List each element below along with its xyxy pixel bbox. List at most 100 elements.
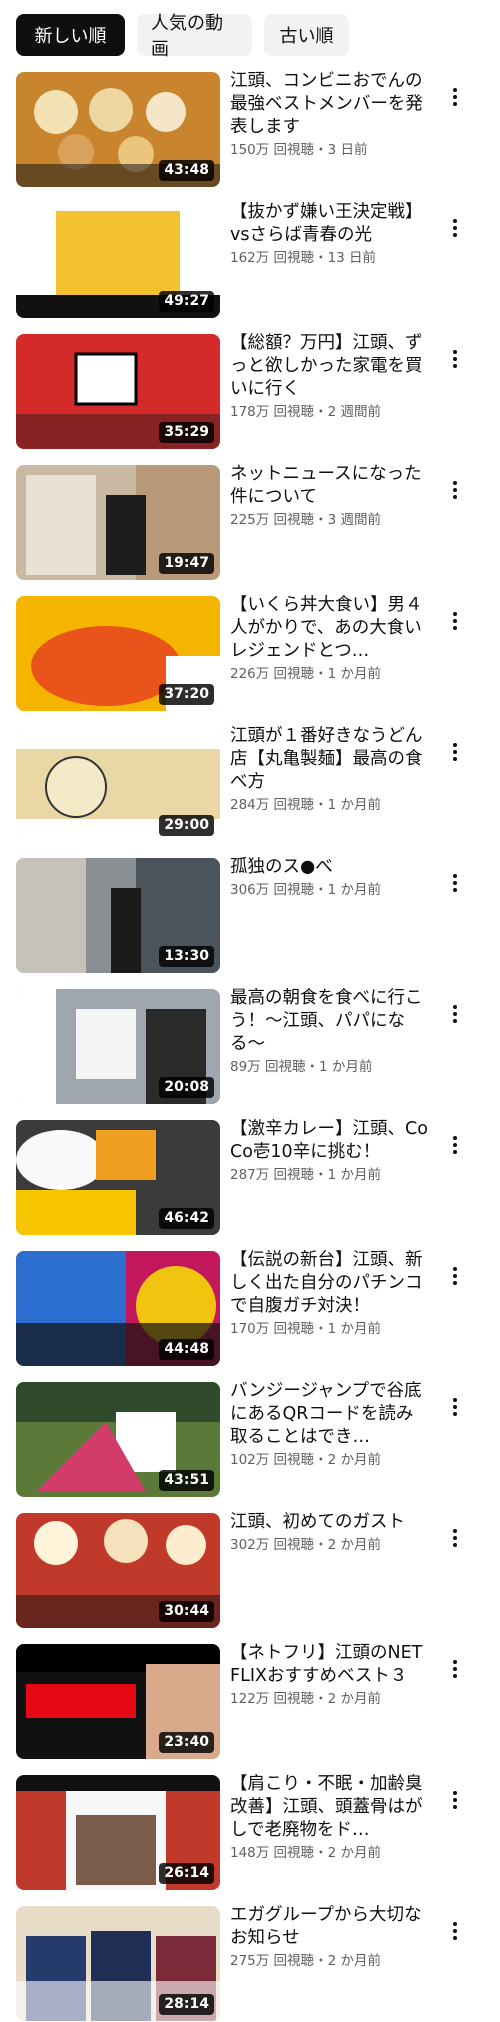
video-thumbnail[interactable]: 13:30 [16, 858, 220, 973]
video-list-item[interactable]: 37:20 【いくら丼大食い】男４人がかりで、あの大食いレジェンドとつ… 226… [0, 594, 500, 727]
more-options-icon[interactable] [440, 737, 470, 767]
video-list-item[interactable]: 35:29 【総額？万円】江頭、ずっと欲しかった家電を買いに行く 178万 回視… [0, 332, 500, 465]
video-list-item[interactable]: 29:00 江頭が１番好きなうどん店【丸亀製麺】最高の食べ方 284万 回視聴・… [0, 725, 500, 858]
video-title[interactable]: 【激辛カレー】江頭、CoCo壱10辛に挑む！ [230, 1118, 430, 1164]
video-title[interactable]: 【いくら丼大食い】男４人がかりで、あの大食いレジェンドとつ… [230, 594, 430, 663]
video-title[interactable]: 最高の朝食を食べに行こう！〜江頭、パパになる〜 [230, 987, 430, 1056]
more-options-icon[interactable] [440, 344, 470, 374]
filter-chip-newest[interactable]: 新しい順 [16, 14, 125, 56]
video-title[interactable]: エガグループから大切なお知らせ [230, 1904, 430, 1950]
video-thumbnail[interactable]: 49:27 [16, 203, 220, 318]
video-info[interactable]: 孤独のス●べ 306万 回視聴・1 か月前 [230, 856, 430, 899]
more-options-icon[interactable] [440, 868, 470, 898]
video-thumbnail[interactable]: 37:20 [16, 596, 220, 711]
more-options-icon[interactable] [440, 213, 470, 243]
video-info[interactable]: 【総額？万円】江頭、ずっと欲しかった家電を買いに行く 178万 回視聴・2 週間… [230, 332, 430, 421]
video-thumbnail[interactable]: 26:14 [16, 1775, 220, 1890]
video-meta: 122万 回視聴・2 か月前 [230, 1690, 430, 1708]
video-list-item[interactable]: 13:30 孤独のス●べ 306万 回視聴・1 か月前 [0, 856, 500, 989]
video-list-item[interactable]: 46:42 【激辛カレー】江頭、CoCo壱10辛に挑む！ 287万 回視聴・1 … [0, 1118, 500, 1251]
meta-separator: ・ [314, 882, 328, 898]
video-list-item[interactable]: 23:40 【ネトフリ】江頭のNETFLIXおすすめベスト３ 122万 回視聴・… [0, 1642, 500, 1775]
video-meta: 225万 回視聴・3 週間前 [230, 511, 430, 529]
video-thumbnail[interactable]: 35:29 [16, 334, 220, 449]
more-options-icon[interactable] [440, 1785, 470, 1815]
more-options-icon[interactable] [440, 82, 470, 112]
video-duration-badge: 19:47 [159, 553, 214, 574]
video-list-item[interactable]: 30:44 江頭、初めてのガスト 302万 回視聴・2 か月前 [0, 1511, 500, 1644]
video-info[interactable]: 最高の朝食を食べに行こう！〜江頭、パパになる〜 89万 回視聴・1 か月前 [230, 987, 430, 1076]
video-title[interactable]: 孤独のス●べ [230, 856, 430, 879]
video-list-item[interactable]: 20:08 最高の朝食を食べに行こう！〜江頭、パパになる〜 89万 回視聴・1 … [0, 987, 500, 1120]
more-options-icon[interactable] [440, 1130, 470, 1160]
more-options-icon[interactable] [440, 1523, 470, 1553]
video-info[interactable]: 【ネトフリ】江頭のNETFLIXおすすめベスト３ 122万 回視聴・2 か月前 [230, 1642, 430, 1708]
view-count: 287万 回視聴 [230, 1167, 315, 1183]
video-info[interactable]: 江頭が１番好きなうどん店【丸亀製麺】最高の食べ方 284万 回視聴・1 か月前 [230, 725, 430, 814]
video-duration-badge: 49:27 [159, 291, 214, 312]
video-list-item[interactable]: 49:27 【抜かず嫌い王決定戦】vsさらば青春の光 162万 回視聴・13 日… [0, 201, 500, 334]
video-title[interactable]: 江頭が１番好きなうどん店【丸亀製麺】最高の食べ方 [230, 725, 430, 794]
video-thumbnail[interactable]: 29:00 [16, 727, 220, 842]
video-info[interactable]: 【肩こり・不眠・加齢臭改善】江頭、頭蓋骨はがしで老廃物をド… 148万 回視聴・… [230, 1773, 430, 1862]
video-title[interactable]: 【ネトフリ】江頭のNETFLIXおすすめベスト３ [230, 1642, 430, 1688]
video-thumbnail[interactable]: 46:42 [16, 1120, 220, 1235]
video-list-item[interactable]: 19:47 ネットニュースになった件について 225万 回視聴・3 週間前 [0, 463, 500, 596]
video-thumbnail[interactable]: 28:14 [16, 1906, 220, 2021]
video-info[interactable]: エガグループから大切なお知らせ 275万 回視聴・2 か月前 [230, 1904, 430, 1970]
video-meta: 287万 回視聴・1 か月前 [230, 1166, 430, 1184]
view-count: 225万 回視聴 [230, 512, 315, 528]
video-list-item[interactable]: 43:48 江頭、コンビニおでんの最強ベストメンバーを発表します 150万 回視… [0, 70, 500, 203]
video-duration-badge: 35:29 [159, 422, 214, 443]
video-info[interactable]: 【抜かず嫌い王決定戦】vsさらば青春の光 162万 回視聴・13 日前 [230, 201, 430, 267]
video-thumbnail[interactable]: 43:51 [16, 1382, 220, 1497]
video-list-item[interactable]: 26:14 【肩こり・不眠・加齢臭改善】江頭、頭蓋骨はがしで老廃物をド… 148… [0, 1773, 500, 1906]
filter-chip-oldest[interactable]: 古い順 [264, 14, 349, 56]
upload-age: 2 か月前 [327, 1845, 381, 1861]
video-info[interactable]: 【激辛カレー】江頭、CoCo壱10辛に挑む！ 287万 回視聴・1 か月前 [230, 1118, 430, 1184]
view-count: 162万 回視聴 [230, 250, 315, 266]
meta-separator: ・ [314, 1452, 328, 1468]
more-options-icon[interactable] [440, 475, 470, 505]
video-list-item[interactable]: 44:48 【伝説の新台】江頭、新しく出た自分のパチンコで自腹ガチ対決！ 170… [0, 1249, 500, 1382]
video-meta: 162万 回視聴・13 日前 [230, 249, 430, 267]
video-duration-badge: 28:14 [159, 1994, 214, 2015]
video-thumbnail[interactable]: 44:48 [16, 1251, 220, 1366]
video-title[interactable]: 江頭、初めてのガスト [230, 1511, 430, 1534]
video-info[interactable]: 江頭、コンビニおでんの最強ベストメンバーを発表します 150万 回視聴・3 日前 [230, 70, 430, 159]
more-options-icon[interactable] [440, 606, 470, 636]
more-options-icon[interactable] [440, 1261, 470, 1291]
video-list-item[interactable]: 28:14 エガグループから大切なお知らせ 275万 回視聴・2 か月前 [0, 1904, 500, 2022]
more-options-icon[interactable] [440, 1654, 470, 1684]
video-meta: 89万 回視聴・1 か月前 [230, 1058, 430, 1076]
video-title[interactable]: 【伝説の新台】江頭、新しく出た自分のパチンコで自腹ガチ対決！ [230, 1249, 430, 1318]
video-duration-badge: 44:48 [159, 1339, 214, 1360]
upload-age: 2 か月前 [327, 1953, 381, 1969]
video-thumbnail[interactable]: 23:40 [16, 1644, 220, 1759]
meta-separator: ・ [314, 797, 328, 813]
more-options-icon[interactable] [440, 1916, 470, 1946]
filter-chip-popular[interactable]: 人気の動画 [137, 13, 252, 60]
video-info[interactable]: 【伝説の新台】江頭、新しく出た自分のパチンコで自腹ガチ対決！ 170万 回視聴・… [230, 1249, 430, 1338]
video-thumbnail[interactable]: 30:44 [16, 1513, 220, 1628]
video-list-item[interactable]: 43:51 バンジージャンプで谷底にあるQRコードを読み取ることはでき… 102… [0, 1380, 500, 1513]
more-options-icon[interactable] [440, 999, 470, 1029]
video-thumbnail[interactable]: 43:48 [16, 72, 220, 187]
video-info[interactable]: ネットニュースになった件について 225万 回視聴・3 週間前 [230, 463, 430, 529]
video-title[interactable]: ネットニュースになった件について [230, 463, 430, 509]
meta-separator: ・ [305, 1059, 319, 1075]
video-title[interactable]: 【抜かず嫌い王決定戦】vsさらば青春の光 [230, 201, 430, 247]
more-options-icon[interactable] [440, 1392, 470, 1422]
video-info[interactable]: 江頭、初めてのガスト 302万 回視聴・2 か月前 [230, 1511, 430, 1554]
upload-age: 13 日前 [327, 250, 377, 266]
video-title[interactable]: 【肩こり・不眠・加齢臭改善】江頭、頭蓋骨はがしで老廃物をド… [230, 1773, 430, 1842]
upload-age: 3 週間前 [327, 512, 381, 528]
video-info[interactable]: 【いくら丼大食い】男４人がかりで、あの大食いレジェンドとつ… 226万 回視聴・… [230, 594, 430, 683]
video-info[interactable]: バンジージャンプで谷底にあるQRコードを読み取ることはでき… 102万 回視聴・… [230, 1380, 430, 1469]
video-thumbnail[interactable]: 19:47 [16, 465, 220, 580]
video-title[interactable]: 江頭、コンビニおでんの最強ベストメンバーを発表します [230, 70, 430, 139]
video-duration-badge: 26:14 [159, 1863, 214, 1884]
video-title[interactable]: 【総額？万円】江頭、ずっと欲しかった家電を買いに行く [230, 332, 430, 401]
video-thumbnail[interactable]: 20:08 [16, 989, 220, 1104]
video-title[interactable]: バンジージャンプで谷底にあるQRコードを読み取ることはでき… [230, 1380, 430, 1449]
